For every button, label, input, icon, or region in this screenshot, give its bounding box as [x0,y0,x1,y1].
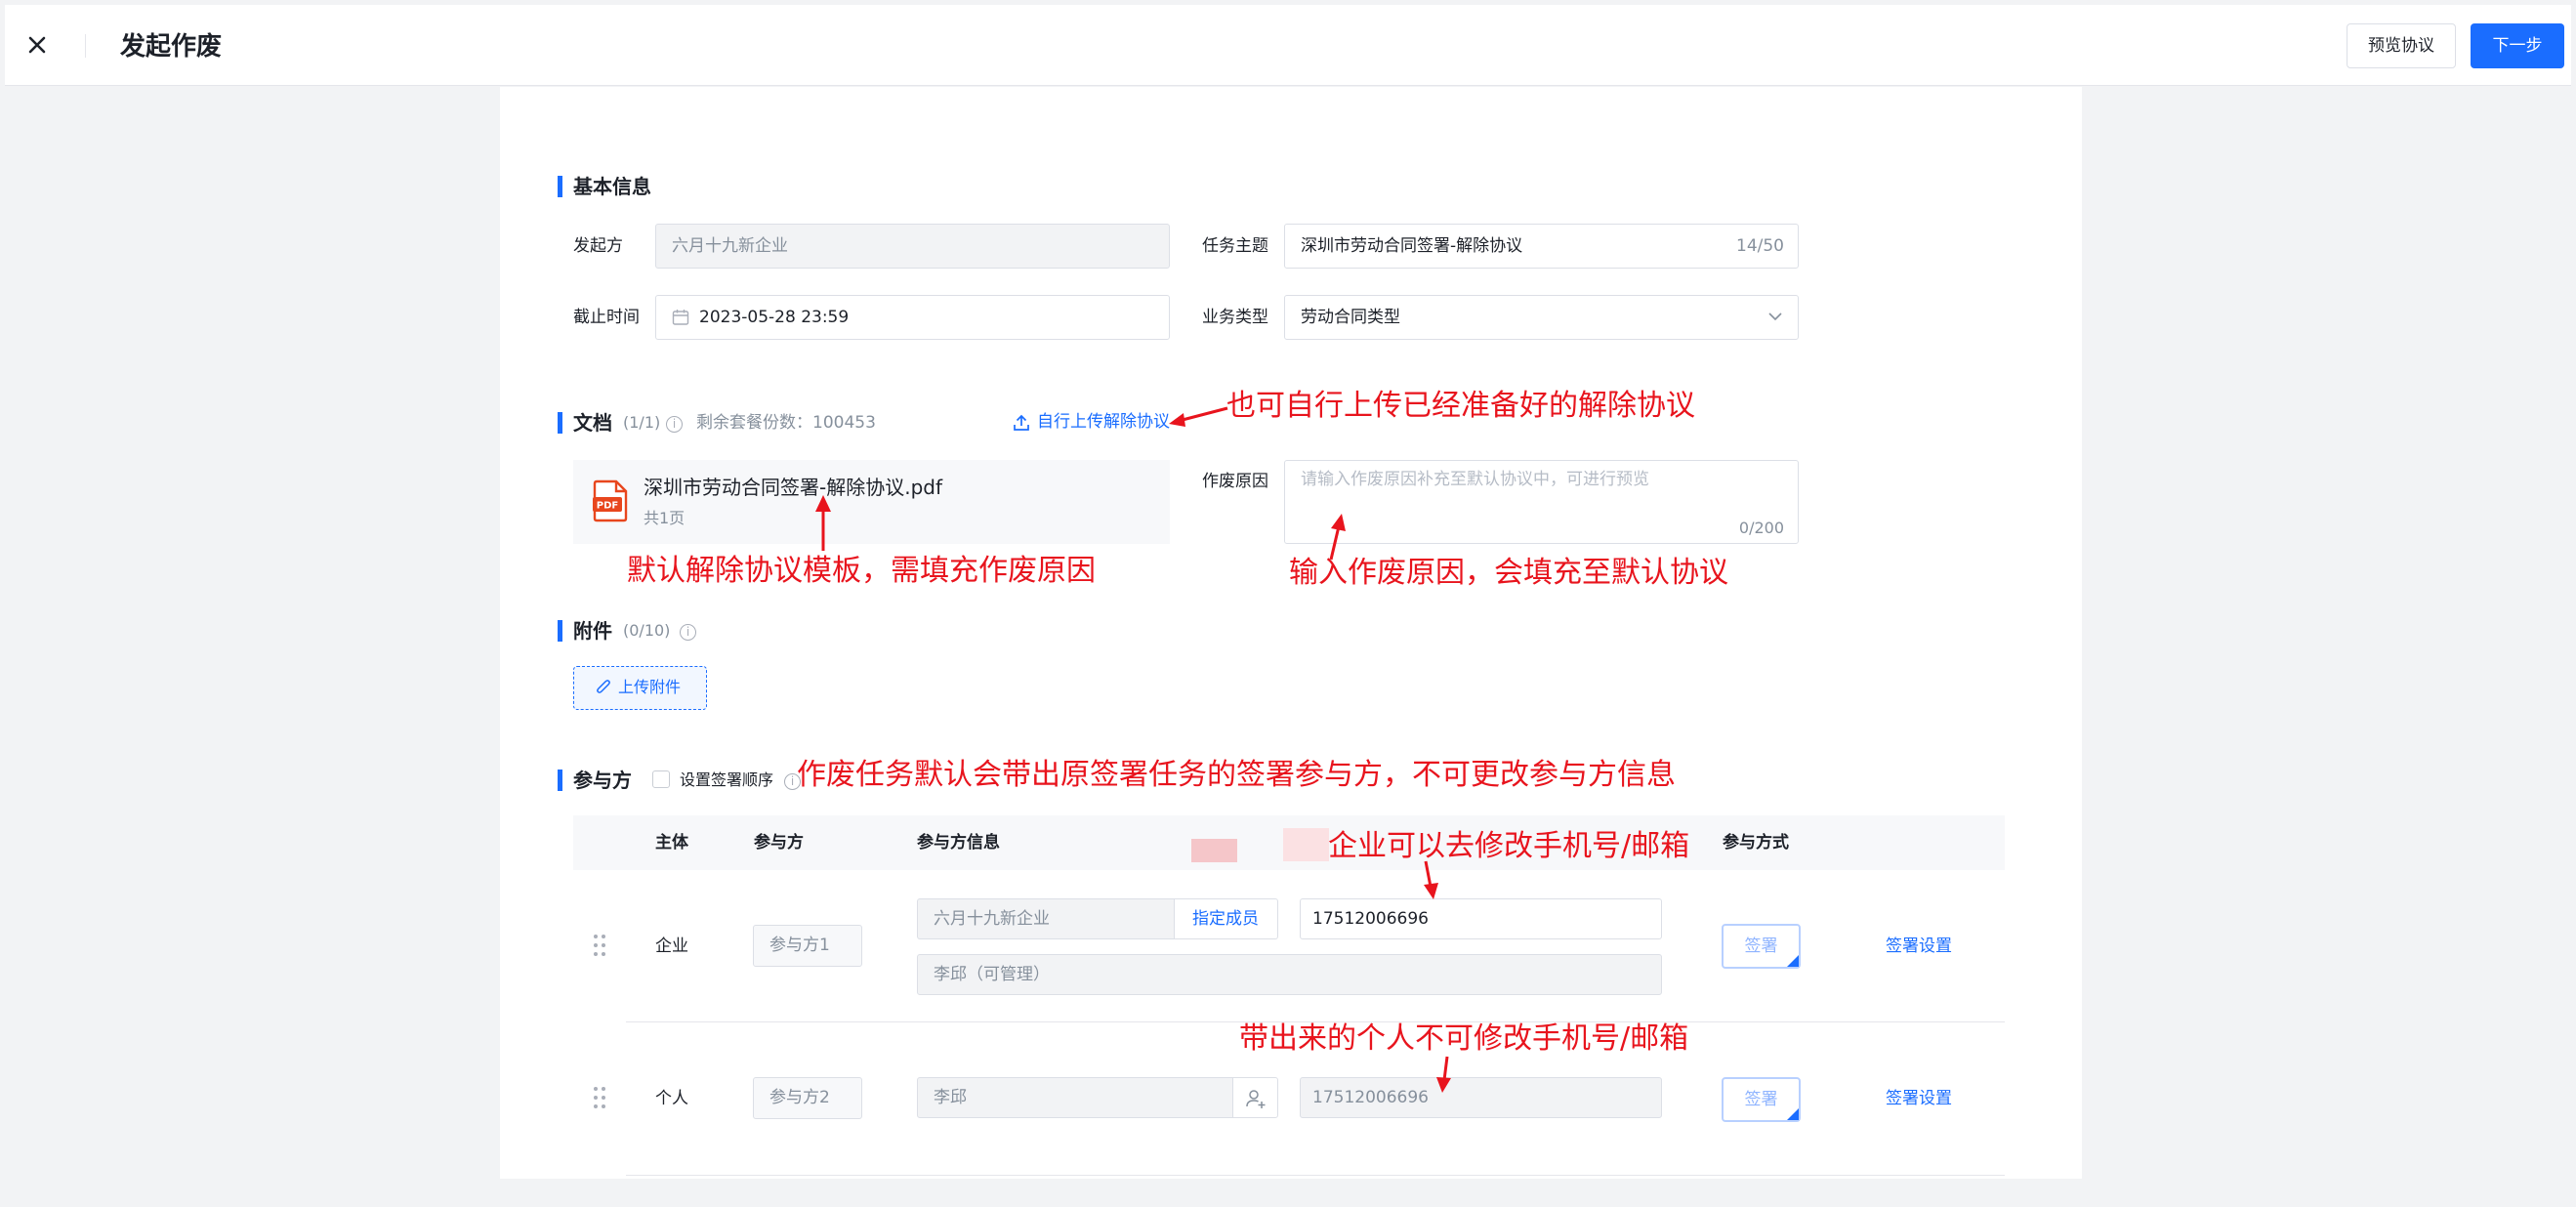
header-divider [85,34,86,58]
column-party-info: 参与方信息 [917,833,1000,853]
deadline-value: 2023-05-28 23:59 [699,308,850,327]
preview-agreement-button[interactable]: 预览协议 [2347,23,2456,68]
upload-icon [1014,414,1029,431]
row1-sign-settings-link[interactable]: 签署设置 [1886,936,1952,957]
column-party: 参与方 [754,833,804,853]
biz-type-select[interactable]: 劳动合同类型 [1284,295,1799,340]
subject-input[interactable]: 深圳市劳动合同签署-解除协议 14/50 [1284,224,1799,269]
redaction-block [1283,828,1329,861]
sign-order-label: 设置签署顺序 [680,770,774,789]
annotation-arrow [1424,860,1438,899]
row2-sign-mode-button[interactable]: 签署 [1722,1077,1801,1122]
void-reason-char-count: 0/200 [1738,519,1784,537]
add-person-icon [1246,1090,1266,1108]
upload-attachment-button[interactable]: 上传附件 [573,666,707,710]
pdf-file-icon: PDF [593,479,628,522]
annotation-template-note: 默认解除协议模板，需填充作废原因 [627,554,1096,588]
initiator-field: 六月十九新企业 [655,224,1170,269]
info-icon: i [680,622,696,641]
section-attachments: 附件 [558,618,612,644]
page-title: 发起作废 [120,32,223,62]
biz-type-label: 业务类型 [1202,308,1268,327]
row-divider [626,1175,2005,1176]
subject-label: 任务主题 [1202,236,1268,256]
upload-own-agreement-label: 自行上传解除协议 [1037,412,1170,432]
attachments-count: (0/10) [623,621,671,640]
calendar-icon [672,310,689,325]
row2-subject: 个人 [655,1089,688,1108]
info-icon: i [666,414,683,433]
row1-company-field: 六月十九新企业 [917,898,1175,939]
initiator-label: 发起方 [573,236,623,256]
annotation-company-note: 企业可以去修改手机号/邮箱 [1328,829,1690,863]
section-participants: 参与方 [558,768,632,793]
row2-party-input: 参与方2 [753,1077,862,1119]
row1-subject: 企业 [655,936,688,956]
documents-count: (1/1) [623,413,661,432]
select-person-button[interactable] [1232,1077,1278,1118]
assign-member-button[interactable]: 指定成员 [1174,898,1278,939]
section-documents: 文档 [558,410,612,436]
void-reason-textarea[interactable]: 请输入作废原因补充至默认协议中，可进行预览 0/200 [1284,460,1799,544]
top-header: 发起作废 预览协议 下一步 [5,5,2571,86]
document-page-count: 共1页 [644,509,686,527]
document-file-name: 深圳市劳动合同签署-解除协议.pdf [644,476,943,499]
paperclip-icon [597,680,610,693]
deadline-label: 截止时间 [573,308,640,327]
row1-contact-input[interactable]: 17512006696 [1300,898,1662,939]
section-basic-info: 基本信息 [558,174,651,199]
column-subject: 主体 [655,833,688,853]
annotation-arrow [1169,406,1228,427]
pdf-file-icon-text: PDF [597,501,618,512]
row2-sign-settings-link[interactable]: 签署设置 [1886,1088,1952,1109]
annotation-arrow [1436,1056,1451,1093]
upload-own-agreement-link[interactable]: 自行上传解除协议 [1012,411,1170,433]
drag-handle-icon[interactable] [594,1087,607,1110]
document-file-card[interactable]: PDF 深圳市劳动合同签署-解除协议.pdf 共1页 [573,460,1170,544]
row1-member-field: 李邱（可管理） [917,954,1662,995]
subject-value: 深圳市劳动合同签署-解除协议 [1301,236,1523,256]
drag-handle-icon[interactable] [594,935,607,958]
void-reason-placeholder: 请输入作废原因补充至默认协议中，可进行预览 [1301,470,1649,489]
annotation-person-note: 带出来的个人不可修改手机号/邮箱 [1239,1021,1689,1056]
footer-band [0,1179,2576,1207]
deadline-picker[interactable]: 2023-05-28 23:59 [655,295,1170,340]
annotation-reason-note: 输入作废原因，会填充至默认协议 [1289,556,1728,590]
row1-party-input: 参与方1 [753,925,862,967]
row2-contact-field: 17512006696 [1300,1077,1662,1118]
redaction-block [1191,839,1237,862]
row2-name-field: 李邱 [917,1077,1233,1118]
annotation-participants-note: 作废任务默认会带出原签署任务的签署参与方，不可更改参与方信息 [797,758,1676,792]
void-reason-label: 作废原因 [1202,472,1268,491]
biz-type-value: 劳动合同类型 [1301,308,1400,327]
row1-sign-mode-button[interactable]: 签署 [1722,924,1801,969]
close-icon[interactable] [22,30,52,60]
annotation-upload-note: 也可自行上传已经准备好的解除协议 [1226,389,1695,423]
chevron-down-icon [1768,312,1782,321]
annotation-arrow [815,495,831,551]
subject-char-count: 14/50 [1736,236,1784,256]
column-sign-mode: 参与方式 [1723,833,1789,853]
participants-table-header: 主体 参与方 参与方信息 参与方式 [573,815,2005,870]
remaining-quota: 剩余套餐份数：100453 [696,413,876,433]
sign-order-checkbox[interactable] [652,770,670,788]
upload-attachment-label: 上传附件 [618,678,682,696]
next-step-button[interactable]: 下一步 [2471,23,2564,68]
